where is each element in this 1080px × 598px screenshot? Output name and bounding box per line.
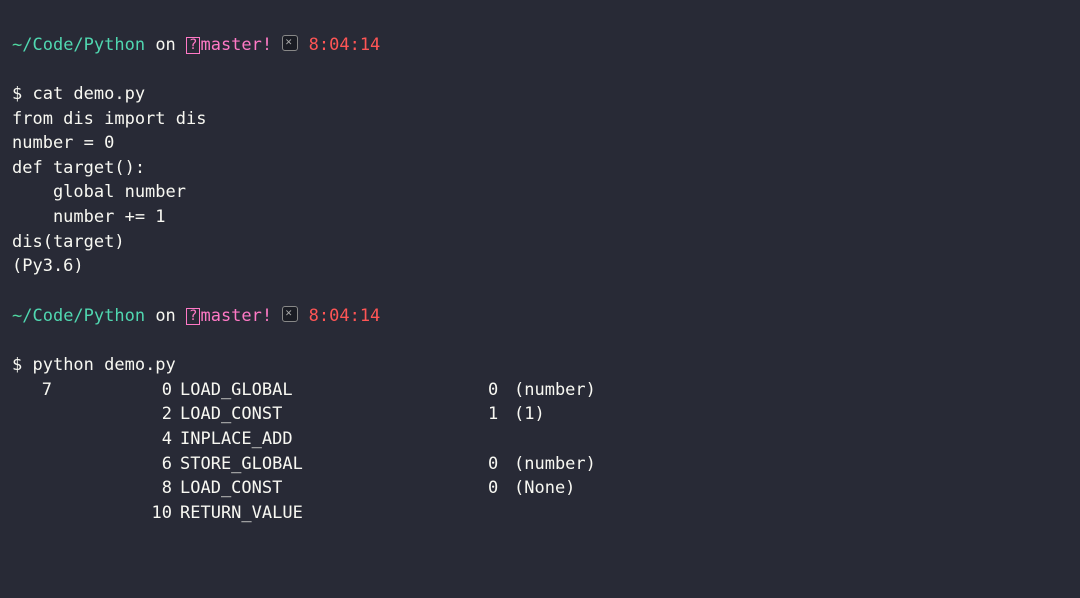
dis-offset: 2	[60, 402, 180, 427]
file-line: dis(target)	[12, 230, 1068, 255]
prompt-dollar: $	[12, 84, 32, 104]
dis-opname: LOAD_CONST	[180, 402, 488, 427]
dis-opname: LOAD_GLOBAL	[180, 378, 488, 403]
dis-argval	[508, 427, 514, 452]
file-line: global number	[12, 180, 1068, 205]
dis-lineno	[12, 452, 60, 477]
dis-lineno	[12, 501, 60, 526]
dis-lineno	[12, 402, 60, 427]
dis-offset: 10	[60, 501, 180, 526]
dis-row: 8 LOAD_CONST 0 (None)	[12, 476, 1068, 501]
git-dirty-marker: !	[262, 306, 272, 326]
dis-arg: 0	[488, 476, 508, 501]
dis-argval: (number)	[508, 378, 596, 403]
dis-arg: 0	[488, 378, 508, 403]
dis-row: 7 0 LOAD_GLOBAL 0 (number)	[12, 378, 1068, 403]
dis-arg: 1	[488, 402, 508, 427]
dis-lineno	[12, 476, 60, 501]
dis-arg	[488, 501, 508, 526]
git-branch: master	[200, 306, 261, 326]
file-line: number = 0	[12, 131, 1068, 156]
dis-argval: (number)	[508, 452, 596, 477]
branch-status-icon: ?	[186, 37, 200, 54]
dis-opname: INPLACE_ADD	[180, 427, 488, 452]
command-text: python demo.py	[32, 355, 175, 375]
prompt-path: /Code/Python	[22, 306, 145, 326]
prompt-on: on	[145, 35, 186, 55]
prompt-on: on	[145, 306, 186, 326]
dis-argval	[508, 501, 514, 526]
branch-status-icon: ?	[186, 308, 200, 325]
prompt-dollar: $	[12, 355, 32, 375]
prompt-tilde: ~	[12, 35, 22, 55]
prompt-path: /Code/Python	[22, 35, 145, 55]
shell-prompt-2: ~/Code/Python on ?master! 8:04:14	[12, 279, 1068, 328]
prompt-time: 8:04:14	[309, 35, 381, 55]
git-dirty-marker: !	[262, 35, 272, 55]
dis-arg: 0	[488, 452, 508, 477]
prompt-time: 8:04:14	[309, 306, 381, 326]
dis-lineno	[12, 427, 60, 452]
dis-lineno: 7	[12, 378, 60, 403]
command-line-1[interactable]: $ cat demo.py	[12, 57, 1068, 106]
dis-opname: RETURN_VALUE	[180, 501, 488, 526]
dis-arg	[488, 427, 508, 452]
dis-row: 2 LOAD_CONST 1 (1)	[12, 402, 1068, 427]
command-text: cat demo.py	[32, 84, 145, 104]
command-line-2[interactable]: $ python demo.py	[12, 328, 1068, 377]
dis-opname: STORE_GLOBAL	[180, 452, 488, 477]
dis-argval: (None)	[508, 476, 575, 501]
dis-row: 10 RETURN_VALUE	[12, 501, 1068, 526]
dis-row: 6 STORE_GLOBAL 0 (number)	[12, 452, 1068, 477]
dis-offset: 0	[60, 378, 180, 403]
dis-argval: (1)	[508, 402, 545, 427]
file-line: from dis import dis	[12, 107, 1068, 132]
file-line: def target():	[12, 156, 1068, 181]
prompt-tilde: ~	[12, 306, 22, 326]
shell-prompt-1: ~/Code/Python on ?master! 8:04:14	[12, 8, 1068, 57]
dis-offset: 8	[60, 476, 180, 501]
dis-offset: 6	[60, 452, 180, 477]
dis-row: 4 INPLACE_ADD	[12, 427, 1068, 452]
file-line: number += 1	[12, 205, 1068, 230]
dis-opname: LOAD_CONST	[180, 476, 488, 501]
git-branch: master	[200, 35, 261, 55]
clock-icon	[282, 35, 298, 51]
dis-offset: 4	[60, 427, 180, 452]
clock-icon	[282, 306, 298, 322]
file-line: (Py3.6)	[12, 254, 1068, 279]
